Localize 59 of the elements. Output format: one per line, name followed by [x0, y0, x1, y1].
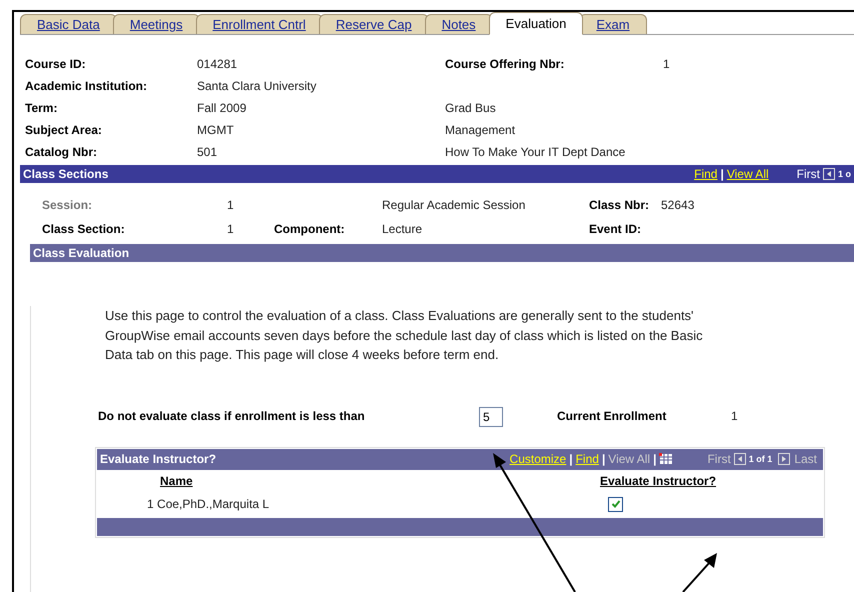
- column-header[interactable]: Evaluate Instructor?: [600, 474, 823, 488]
- field-label: Component:: [274, 221, 346, 238]
- link-separator: |: [569, 452, 573, 466]
- previous-icon[interactable]: [734, 453, 746, 465]
- tab[interactable]: Enrollment Cntrl: [196, 14, 323, 34]
- field-value: 501: [197, 144, 218, 161]
- field-label: Subject Area:: [25, 122, 103, 139]
- link-separator: |: [720, 167, 724, 181]
- grid-link[interactable]: Find: [576, 452, 599, 466]
- instructor-name: 1 Coe,PhD.,Marquita L: [147, 496, 270, 513]
- field-label: Class Nbr:: [589, 197, 650, 214]
- field-value: 1: [663, 56, 671, 73]
- tab[interactable]: Meetings: [112, 14, 200, 34]
- first-link[interactable]: First: [796, 167, 820, 181]
- field-value: Fall 2009: [197, 100, 248, 117]
- field-value: Lecture: [382, 221, 424, 238]
- field-label: Term:: [25, 100, 58, 117]
- field-value: 52643: [661, 197, 696, 214]
- check-icon: [610, 499, 620, 510]
- field-value: 1: [731, 408, 738, 425]
- field-value: Grad Bus: [445, 100, 497, 117]
- field-value: How To Make Your IT Dept Dance: [445, 144, 626, 161]
- grid-link[interactable]: View All: [726, 167, 769, 181]
- field-label: Catalog Nbr:: [25, 144, 98, 161]
- tab[interactable]: Basic Data: [20, 14, 117, 34]
- field-value: Regular Academic Session: [382, 197, 526, 214]
- field-label: Class Section:: [42, 221, 126, 238]
- column-header[interactable]: Name: [160, 474, 600, 488]
- grid-link[interactable]: Customize: [510, 452, 566, 466]
- field-label: Do not evaluate class if enrollment is less than: [98, 408, 366, 425]
- section-title: Class Sections: [23, 167, 110, 181]
- field-value: Santa Clara University: [197, 78, 318, 95]
- field-label: Course ID:: [25, 56, 87, 73]
- field-value: MGMT: [197, 122, 235, 139]
- field-value: 1: [227, 221, 235, 238]
- evaluate-checkbox[interactable]: [608, 496, 623, 512]
- field-label: Event ID:: [589, 221, 642, 238]
- field-value: Management: [445, 122, 516, 139]
- field-label: Current Enrollment: [557, 408, 668, 425]
- grid-title: Evaluate Instructor?: [100, 452, 218, 466]
- section-title: Class Evaluation: [33, 246, 130, 260]
- field-value: 014281: [197, 56, 238, 73]
- tab[interactable]: Reserve Cap: [318, 14, 429, 34]
- field-label: Academic Institution:: [25, 78, 148, 95]
- tab[interactable]: Evaluation: [488, 12, 584, 35]
- grid-link[interactable]: Find: [694, 167, 718, 181]
- previous-icon[interactable]: [822, 168, 835, 180]
- grid-download-icon[interactable]: [659, 453, 674, 465]
- page-counter: 1 o: [838, 169, 851, 179]
- threshold-input[interactable]: 5: [479, 406, 503, 426]
- field-label: Course Offering Nbr:: [445, 56, 566, 73]
- field-value: 1: [227, 197, 235, 214]
- link-separator: |: [602, 452, 606, 466]
- next-icon[interactable]: [778, 453, 790, 465]
- annotation-arrow: [680, 552, 720, 592]
- field-label: Session:: [42, 197, 94, 214]
- instructions-text: Use this page to control the evaluation of a class. Class Evaluations are generally sent to the students' GroupWise email accounts seven days before the schedule last day of class which is listed on the Basic Data tab on this page. This page will close 4 weeks before term end.: [105, 307, 704, 364]
- link-separator: |: [653, 452, 656, 466]
- page-counter: 1 of 1: [748, 454, 772, 464]
